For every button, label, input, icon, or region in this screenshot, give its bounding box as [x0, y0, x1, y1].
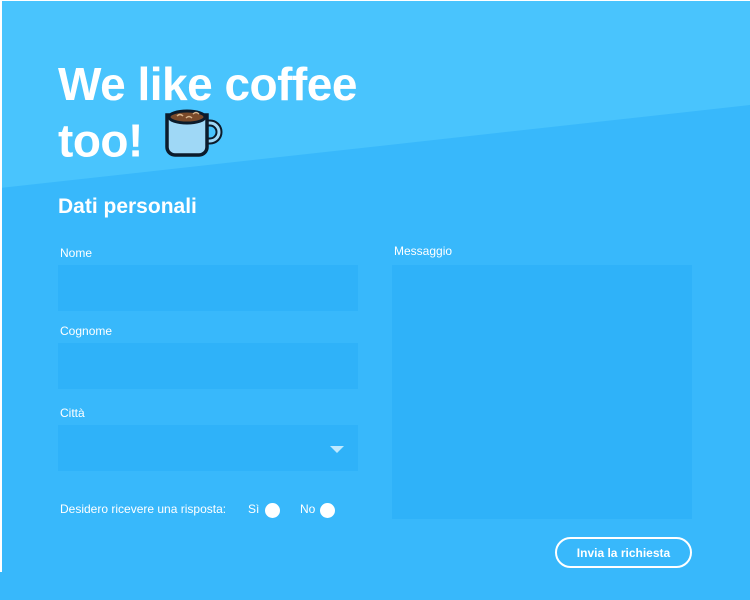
radio-yes[interactable]: [265, 503, 280, 518]
frame-border-top: [0, 0, 750, 1]
citta-label: Città: [60, 406, 85, 420]
hero-title-line2: too!: [58, 114, 143, 167]
radio-no[interactable]: [320, 503, 335, 518]
frame-border-left: [0, 0, 2, 572]
reply-question: Desidero ricevere una risposta:: [60, 502, 227, 516]
section-title: Dati personali: [58, 195, 197, 218]
nome-label: Nome: [60, 246, 93, 260]
radio-yes-label: Sì: [248, 502, 260, 516]
hero-title: We like coffee too!: [58, 58, 418, 178]
citta-select[interactable]: [58, 425, 358, 471]
messaggio-label: Messaggio: [394, 244, 453, 258]
radio-no-label: No: [300, 502, 316, 516]
cognome-input[interactable]: [58, 343, 358, 389]
bottom-band: [0, 572, 750, 600]
messaggio-textarea[interactable]: [392, 265, 692, 519]
cognome-label: Cognome: [60, 324, 113, 338]
chevron-down-icon: [330, 446, 344, 453]
hero-title-line1: We like coffee: [58, 58, 357, 110]
submit-button[interactable]: Invia la richiesta: [555, 537, 692, 568]
coffee-mug-icon: [163, 105, 225, 172]
nome-input[interactable]: [58, 265, 358, 311]
